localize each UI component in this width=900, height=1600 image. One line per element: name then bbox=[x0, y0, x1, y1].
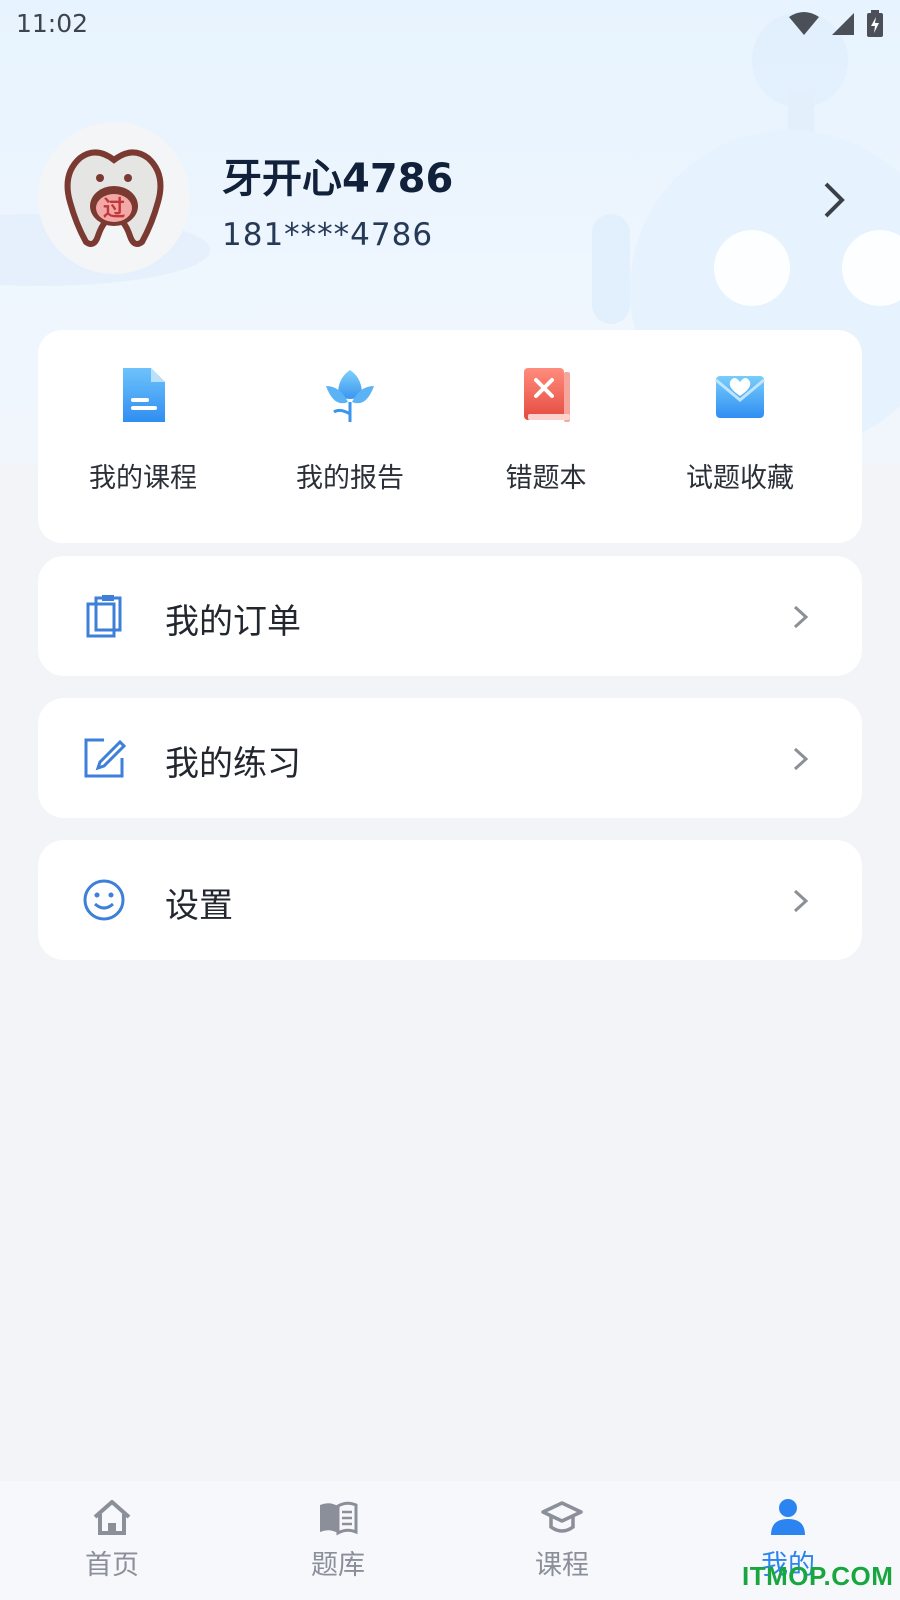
lotus-icon bbox=[326, 370, 374, 422]
tab-question-bank[interactable]: 题库 bbox=[278, 1497, 398, 1582]
tab-label: 首页 bbox=[85, 1550, 139, 1581]
menu-my-practice[interactable]: 我的练习 bbox=[38, 698, 862, 818]
tab-label: 课程 bbox=[535, 1550, 589, 1581]
quick-action-label: 我的报告 bbox=[296, 463, 404, 494]
tooth-mascot-icon: 过 bbox=[64, 149, 164, 247]
menu-my-orders[interactable]: 我的订单 bbox=[38, 556, 862, 676]
favorite-box-icon bbox=[715, 376, 765, 418]
menu-label: 我的练习 bbox=[165, 744, 301, 784]
cell-signal-icon bbox=[832, 13, 854, 35]
quick-action-my-reports[interactable]: 我的报告 bbox=[250, 364, 450, 504]
chevron-right-icon bbox=[793, 747, 809, 771]
quick-action-favorites[interactable]: 试题收藏 bbox=[640, 364, 840, 504]
battery-icon bbox=[867, 10, 883, 37]
user-name[interactable]: 牙开心4786 bbox=[222, 146, 453, 204]
tab-home[interactable]: 首页 bbox=[52, 1497, 172, 1582]
quick-action-label: 我的课程 bbox=[89, 463, 197, 494]
watermark: ITMOP.COM bbox=[742, 1561, 894, 1591]
chevron-right-icon bbox=[793, 605, 809, 629]
smiley-icon bbox=[83, 879, 125, 921]
document-icon bbox=[123, 368, 165, 422]
tab-courses[interactable]: 课程 bbox=[502, 1497, 622, 1582]
open-book-icon bbox=[320, 1501, 358, 1536]
status-time: 11:02 bbox=[16, 9, 89, 38]
wrong-book-icon bbox=[524, 368, 570, 422]
clipboard-icon bbox=[86, 595, 122, 638]
menu-label: 我的订单 bbox=[165, 602, 301, 642]
wifi-icon bbox=[789, 12, 819, 35]
user-phone: 181****4786 bbox=[222, 217, 434, 253]
profile-chevron-right-icon[interactable] bbox=[820, 180, 848, 220]
avatar-text: 过 bbox=[103, 197, 125, 222]
quick-action-my-courses[interactable]: 我的课程 bbox=[43, 364, 243, 504]
chevron-right-icon bbox=[793, 889, 809, 913]
menu-settings[interactable]: 设置 bbox=[38, 840, 862, 960]
home-icon bbox=[93, 1500, 131, 1535]
person-icon bbox=[771, 1499, 805, 1535]
edit-icon bbox=[84, 738, 126, 778]
quick-action-wrong-book[interactable]: 错题本 bbox=[446, 364, 646, 504]
quick-action-label: 错题本 bbox=[505, 463, 587, 494]
status-bar: 11:02 bbox=[0, 0, 900, 50]
menu-label: 设置 bbox=[165, 886, 233, 926]
avatar[interactable]: 过 bbox=[38, 122, 190, 274]
quick-actions-card: 我的课程 我的报告 错题本 试题收藏 bbox=[38, 330, 862, 543]
graduation-cap-icon bbox=[541, 1501, 583, 1533]
tab-label: 题库 bbox=[311, 1550, 365, 1581]
quick-action-label: 试题收藏 bbox=[686, 463, 794, 494]
